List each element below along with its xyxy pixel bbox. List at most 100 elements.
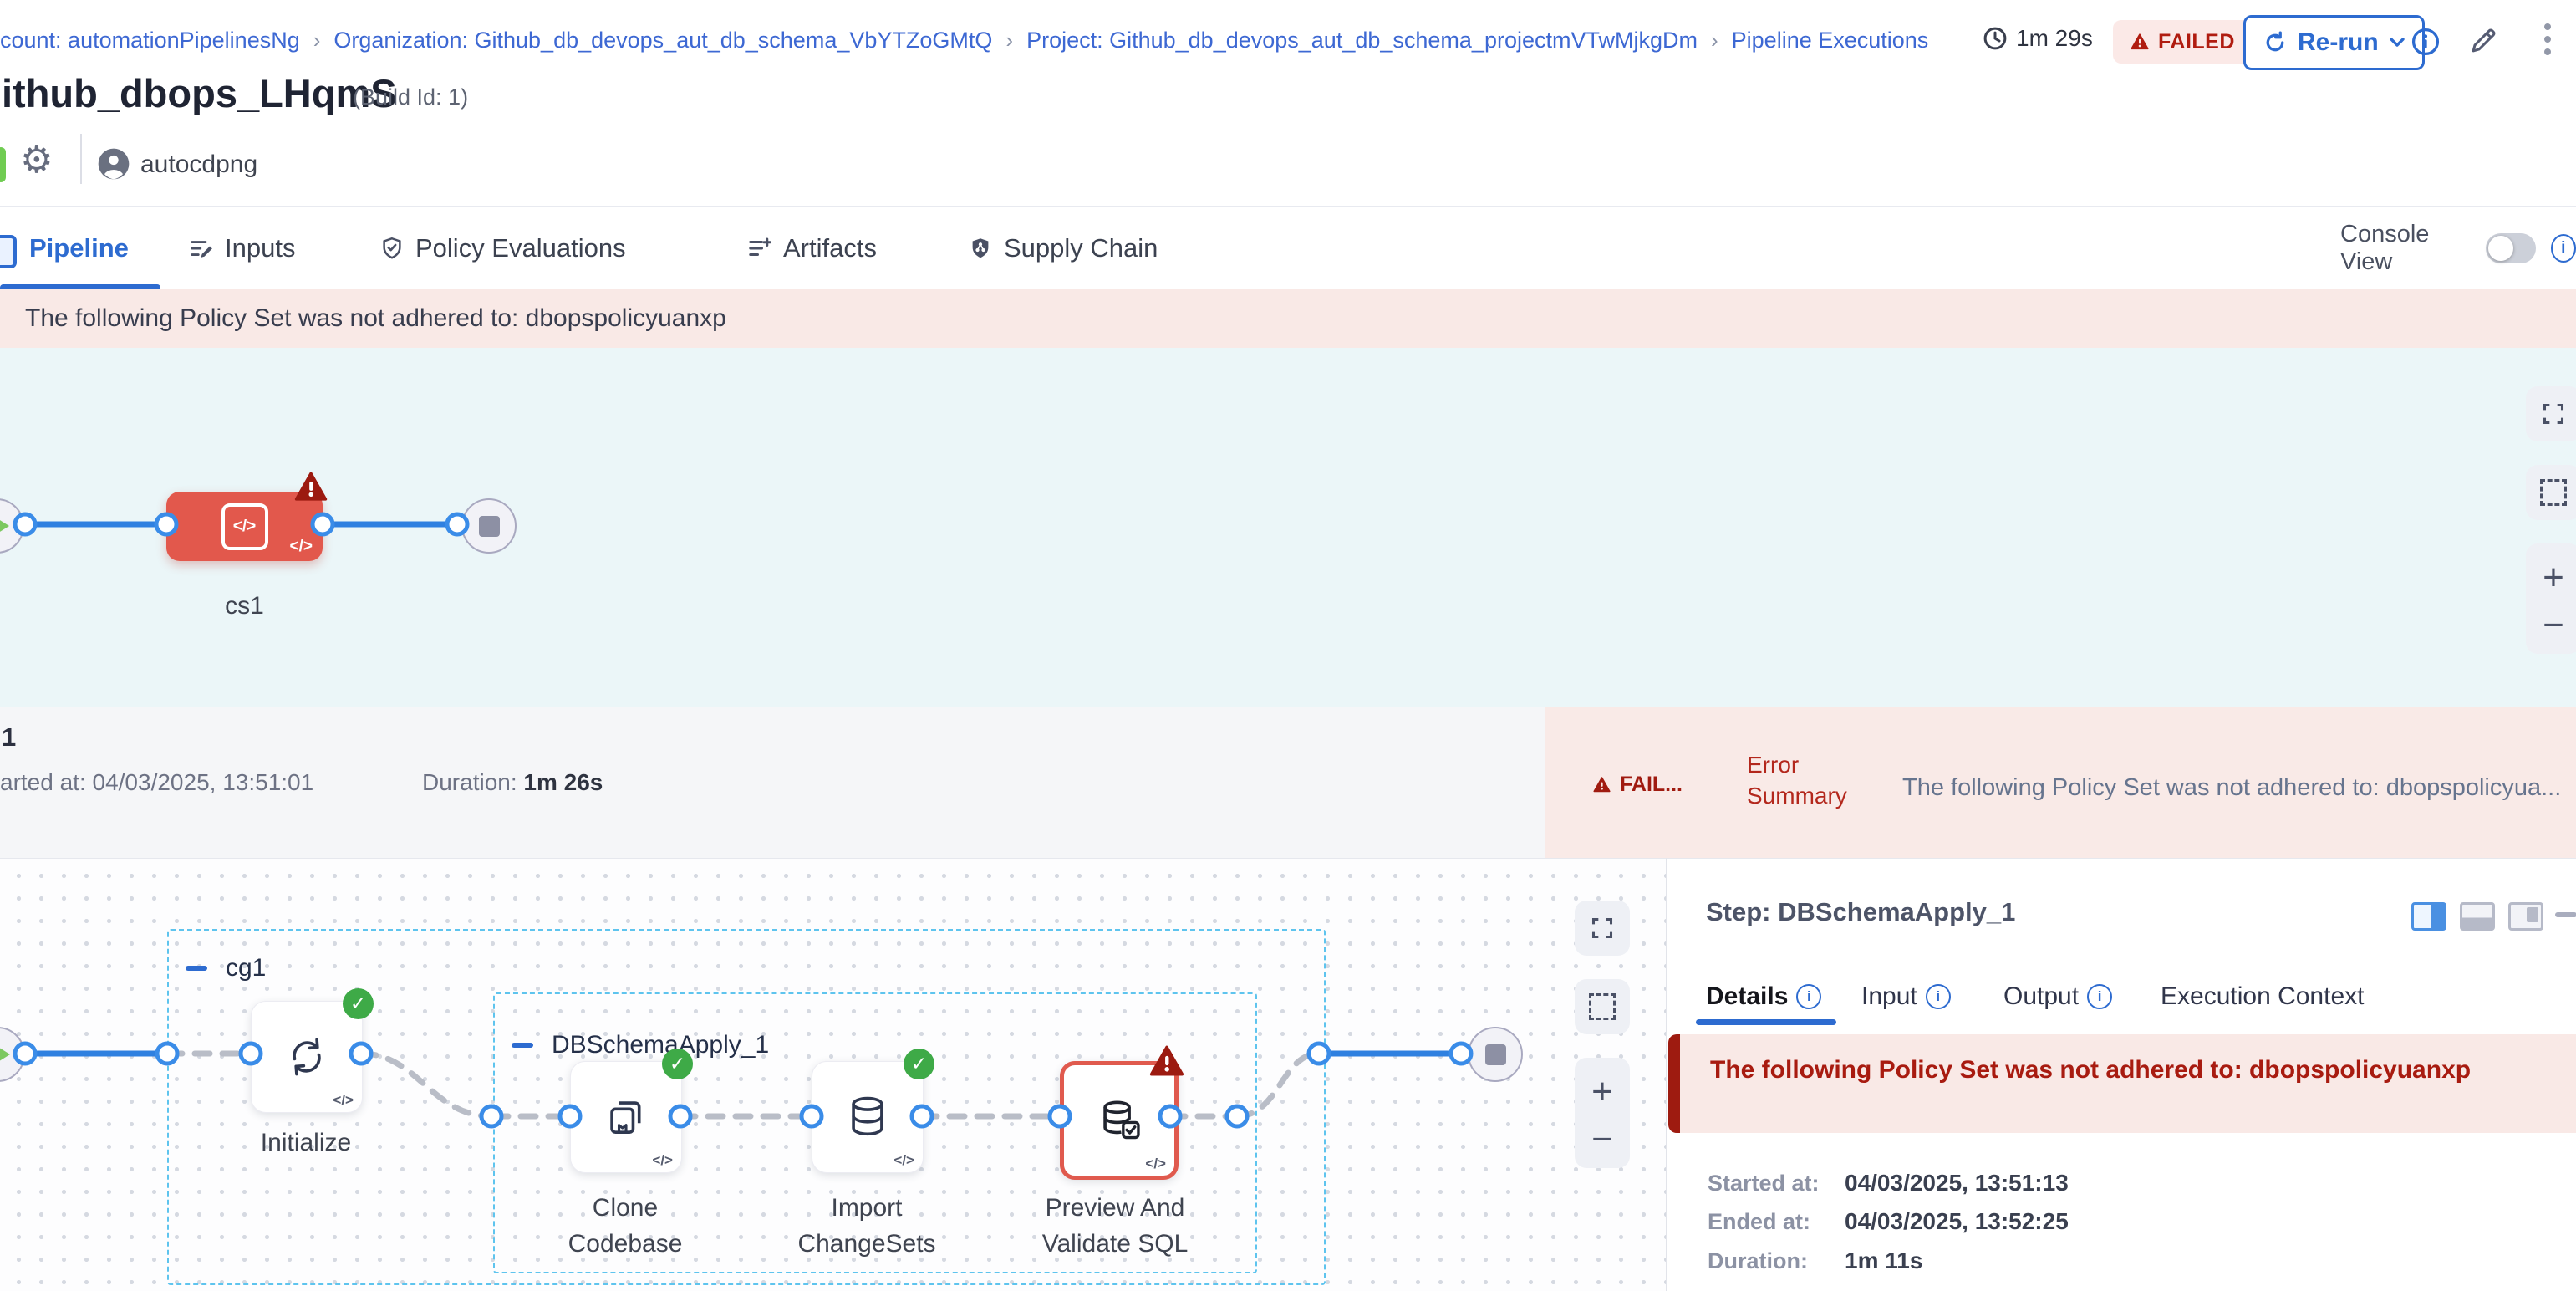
shield-check-icon xyxy=(379,236,405,261)
zoom-in-button[interactable]: + xyxy=(2543,551,2564,605)
collapse-icon[interactable] xyxy=(512,1043,533,1048)
canvas-controls: + − xyxy=(1575,901,1630,1168)
step-panel-title: Step: DBSchemaApply_1 xyxy=(1706,897,2015,927)
step-label-initialize: Initialize xyxy=(222,1125,389,1161)
info-icon[interactable]: i xyxy=(1796,984,1821,1009)
breadcrumb-separator: › xyxy=(992,28,1026,54)
start-node xyxy=(0,1027,25,1082)
tab-inputs[interactable]: Inputs xyxy=(189,207,295,290)
status-badge: FAILED xyxy=(2113,20,2252,64)
step-label-import-changesets: Import ChangeSets xyxy=(783,1190,950,1262)
step-error-message: The following Policy Set was not adhered… xyxy=(1710,1056,2576,1084)
chevron-down-icon xyxy=(2389,37,2405,48)
console-info-icon[interactable]: i xyxy=(2551,234,2576,263)
end-node xyxy=(461,498,517,554)
panel-tab-details[interactable]: Details i xyxy=(1706,974,1821,1019)
tab-policy-evaluations[interactable]: Policy Evaluations xyxy=(379,207,626,290)
pipeline-execution-page: count: automationPipelinesNg › Organizat… xyxy=(0,0,2576,1291)
stop-icon xyxy=(1485,1044,1506,1065)
panel-tab-execution-context[interactable]: Execution Context xyxy=(2161,974,2364,1019)
tab-artifacts[interactable]: Artifacts xyxy=(747,207,877,290)
active-tab-underline xyxy=(1696,1019,1836,1025)
step-card-preview-validate-sql[interactable]: </> xyxy=(1060,1061,1179,1180)
end-node xyxy=(1468,1027,1523,1082)
step-graph-canvas[interactable]: cg1 DBSchemaApply_1 </> ✓ Initialize xyxy=(0,858,1666,1291)
panel-tab-output[interactable]: Output i xyxy=(2003,974,2112,1019)
error-summary-label: Error Summary xyxy=(1747,749,1881,811)
zoom-out-button[interactable]: − xyxy=(1591,1119,1613,1161)
more-options-icon[interactable] xyxy=(2544,23,2551,55)
divider xyxy=(80,134,82,184)
code-glyph: </> xyxy=(652,1152,673,1169)
stage-summary-bar: 1 arted at: 04/03/2025, 13:51:01 Duratio… xyxy=(0,707,2576,859)
stage-started-at: arted at: 04/03/2025, 13:51:01 xyxy=(0,769,313,796)
info-icon[interactable]: i xyxy=(1926,984,1951,1009)
select-region-button[interactable] xyxy=(2526,465,2576,520)
database-check-icon xyxy=(1095,1096,1143,1145)
detail-value: 1m 11s xyxy=(1845,1248,1945,1274)
code-glyph: </> xyxy=(1145,1156,1166,1172)
console-view-control: Console View i xyxy=(2340,207,2576,290)
step-card-import-changesets[interactable]: </> ✓ xyxy=(812,1061,924,1173)
rerun-label: Re-run xyxy=(2298,28,2379,57)
step-error-box: The following Policy Set was not adhered… xyxy=(1668,1034,2576,1133)
panel-tab-execution-context-label: Execution Context xyxy=(2161,982,2364,1011)
stage-fail-badge: FAIL... xyxy=(1592,773,1683,797)
detail-value: 04/03/2025, 13:52:25 xyxy=(1845,1208,2069,1235)
panel-tab-input-label: Input xyxy=(1861,982,1917,1011)
elapsed-time-value: 1m 29s xyxy=(2016,25,2093,52)
minimize-panel-icon[interactable] xyxy=(2555,912,2576,917)
step-card-clone-codebase[interactable]: </> ✓ xyxy=(570,1061,682,1173)
trigger-user: autocdpng xyxy=(140,151,257,179)
policy-banner-message: The following Policy Set was not adhered… xyxy=(25,304,726,333)
gear-icon[interactable]: ⚙ xyxy=(20,139,53,181)
rerun-button[interactable]: Re-run xyxy=(2243,15,2425,70)
layout-right-panel-icon[interactable] xyxy=(2411,902,2446,931)
layout-bottom-panel-icon[interactable] xyxy=(2460,902,2495,931)
console-view-toggle[interactable] xyxy=(2486,233,2536,263)
info-icon[interactable]: i xyxy=(2087,984,2112,1009)
breadcrumb-account[interactable]: count: automationPipelinesNg xyxy=(0,28,300,54)
panel-tab-output-label: Output xyxy=(2003,982,2079,1011)
custom-stage-icon: </> xyxy=(221,503,268,550)
warning-icon xyxy=(2130,33,2150,51)
collapse-icon[interactable] xyxy=(186,966,207,971)
error-summary-message: The following Policy Set was not adhered… xyxy=(1902,774,2561,802)
edit-pencil-icon[interactable] xyxy=(2467,25,2499,61)
stage-node-cs1[interactable]: </> </> xyxy=(166,492,323,561)
detail-row-duration: Duration:1m 11s xyxy=(1708,1248,1945,1274)
code-glyph: </> xyxy=(333,1092,354,1109)
tab-policy-evaluations-label: Policy Evaluations xyxy=(415,233,626,263)
zoom-controls: + − xyxy=(1575,1058,1630,1168)
fullscreen-button[interactable] xyxy=(1575,901,1630,956)
fullscreen-button[interactable] xyxy=(2526,386,2576,441)
stage-graph-canvas[interactable]: </> </> cs1 + − xyxy=(0,348,2576,707)
supply-chain-shield-icon xyxy=(968,236,993,261)
play-icon xyxy=(0,1042,10,1067)
step-label-preview-validate-sql: Preview And Validate SQL xyxy=(1031,1190,1199,1262)
zoom-out-button[interactable]: − xyxy=(2543,605,2564,646)
group-dbschemaapply-label: DBSchemaApply_1 xyxy=(552,1031,769,1059)
breadcrumb-separator: › xyxy=(300,28,334,54)
stage-graph-edges xyxy=(0,348,2576,707)
tab-supply-chain[interactable]: Supply Chain xyxy=(968,207,1158,290)
detail-row-ended: Ended at:04/03/2025, 13:52:25 xyxy=(1708,1208,2069,1235)
stage-error-strip: FAIL... Error Summary The following Poli… xyxy=(1545,707,2576,859)
tab-artifacts-label: Artifacts xyxy=(783,233,877,263)
panel-tab-input[interactable]: Input i xyxy=(1861,974,1951,1019)
clone-codebase-icon xyxy=(602,1093,650,1141)
select-region-button[interactable] xyxy=(1575,979,1630,1034)
stage-node-label: cs1 xyxy=(166,592,323,620)
breadcrumb-pipeline-executions[interactable]: Pipeline Executions xyxy=(1732,28,1929,54)
info-icon[interactable] xyxy=(2411,27,2441,61)
breadcrumb-organization[interactable]: Organization: Github_db_devops_aut_db_sc… xyxy=(333,28,992,54)
layout-floating-panel-icon[interactable] xyxy=(2508,902,2543,931)
tab-pipeline[interactable]: Pipeline xyxy=(29,207,129,290)
stop-icon xyxy=(479,516,500,537)
module-badge xyxy=(0,147,6,182)
breadcrumb-project[interactable]: Project: Github_db_devops_aut_db_schema_… xyxy=(1026,28,1698,54)
code-glyph: </> xyxy=(893,1152,914,1169)
stage-duration-value: 1m 26s xyxy=(523,769,603,795)
zoom-in-button[interactable]: + xyxy=(1591,1065,1613,1119)
step-card-initialize[interactable]: </> ✓ xyxy=(251,1001,363,1113)
